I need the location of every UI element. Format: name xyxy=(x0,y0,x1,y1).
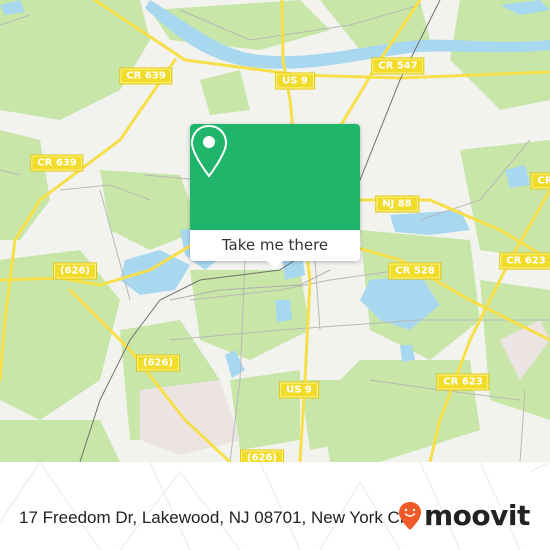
road-label-cr623-bottom: CR 623 xyxy=(436,373,490,391)
road-label-cr547: CR 547 xyxy=(371,57,425,75)
road-label-cr639-left: CR 639 xyxy=(30,154,84,172)
road-label-626-bottom: (626) xyxy=(239,449,285,462)
road-label-cr639-top: CR 639 xyxy=(119,67,173,85)
map-view[interactable]: CR 639 US 9 CR 547 CR 639 CR NJ 88 CR 52… xyxy=(0,0,550,462)
destination-popup: Take me there xyxy=(190,124,360,269)
location-pin-icon xyxy=(190,124,228,178)
moovit-wordmark: moovit xyxy=(424,499,530,532)
moovit-logo[interactable]: moovit xyxy=(398,500,530,532)
road-label-nj88: NJ 88 xyxy=(375,195,419,213)
road-label-626-left: (626) xyxy=(52,262,98,280)
road-label-us9-top: US 9 xyxy=(275,72,315,90)
popup-pointer xyxy=(266,260,284,269)
popup-header xyxy=(190,124,360,230)
address-text: 17 Freedom Dr, Lakewood, NJ 08701, New Y… xyxy=(19,508,417,527)
take-me-there-button[interactable]: Take me there xyxy=(190,230,360,261)
road-label-cr-right-edge: CR xyxy=(530,172,550,190)
road-label-626-mid: (626) xyxy=(135,354,181,372)
road-label-cr623-right: CR 623 xyxy=(499,252,550,270)
road-label-us9-bottom: US 9 xyxy=(279,381,319,399)
road-label-cr528: CR 528 xyxy=(388,262,442,280)
moovit-pin-icon xyxy=(399,502,421,530)
